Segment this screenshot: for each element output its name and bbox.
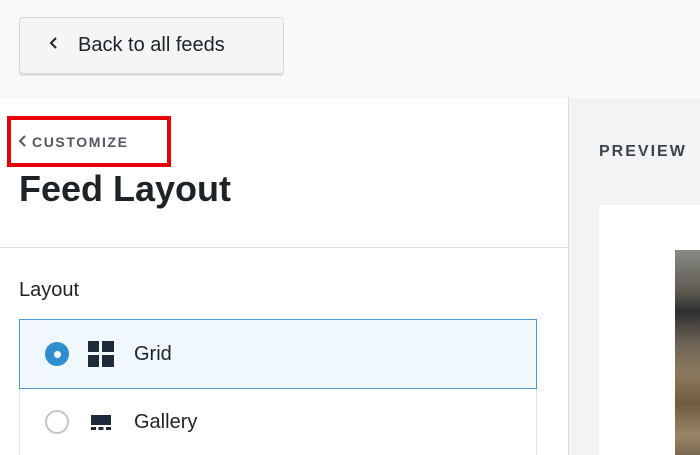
option-label: Gallery xyxy=(134,410,198,433)
page-title: Feed Layout xyxy=(19,168,232,209)
gallery-icon xyxy=(88,409,114,435)
layout-option-grid[interactable]: Grid xyxy=(19,319,537,389)
top-bar: Back to all feeds xyxy=(0,0,700,98)
layout-section-label: Layout xyxy=(19,279,80,301)
highlight-box xyxy=(7,116,171,167)
preview-image xyxy=(675,250,700,455)
divider xyxy=(0,247,568,248)
back-to-all-feeds-button[interactable]: Back to all feeds xyxy=(19,17,284,74)
option-label: Grid xyxy=(134,342,172,365)
grid-icon xyxy=(88,341,114,367)
radio-unselected[interactable] xyxy=(45,410,69,434)
chevron-left-icon xyxy=(48,36,78,55)
back-button-label: Back to all feeds xyxy=(78,34,225,56)
preview-heading: PREVIEW xyxy=(599,143,687,160)
layout-option-gallery[interactable]: Gallery xyxy=(19,389,537,455)
radio-selected[interactable] xyxy=(45,342,69,366)
